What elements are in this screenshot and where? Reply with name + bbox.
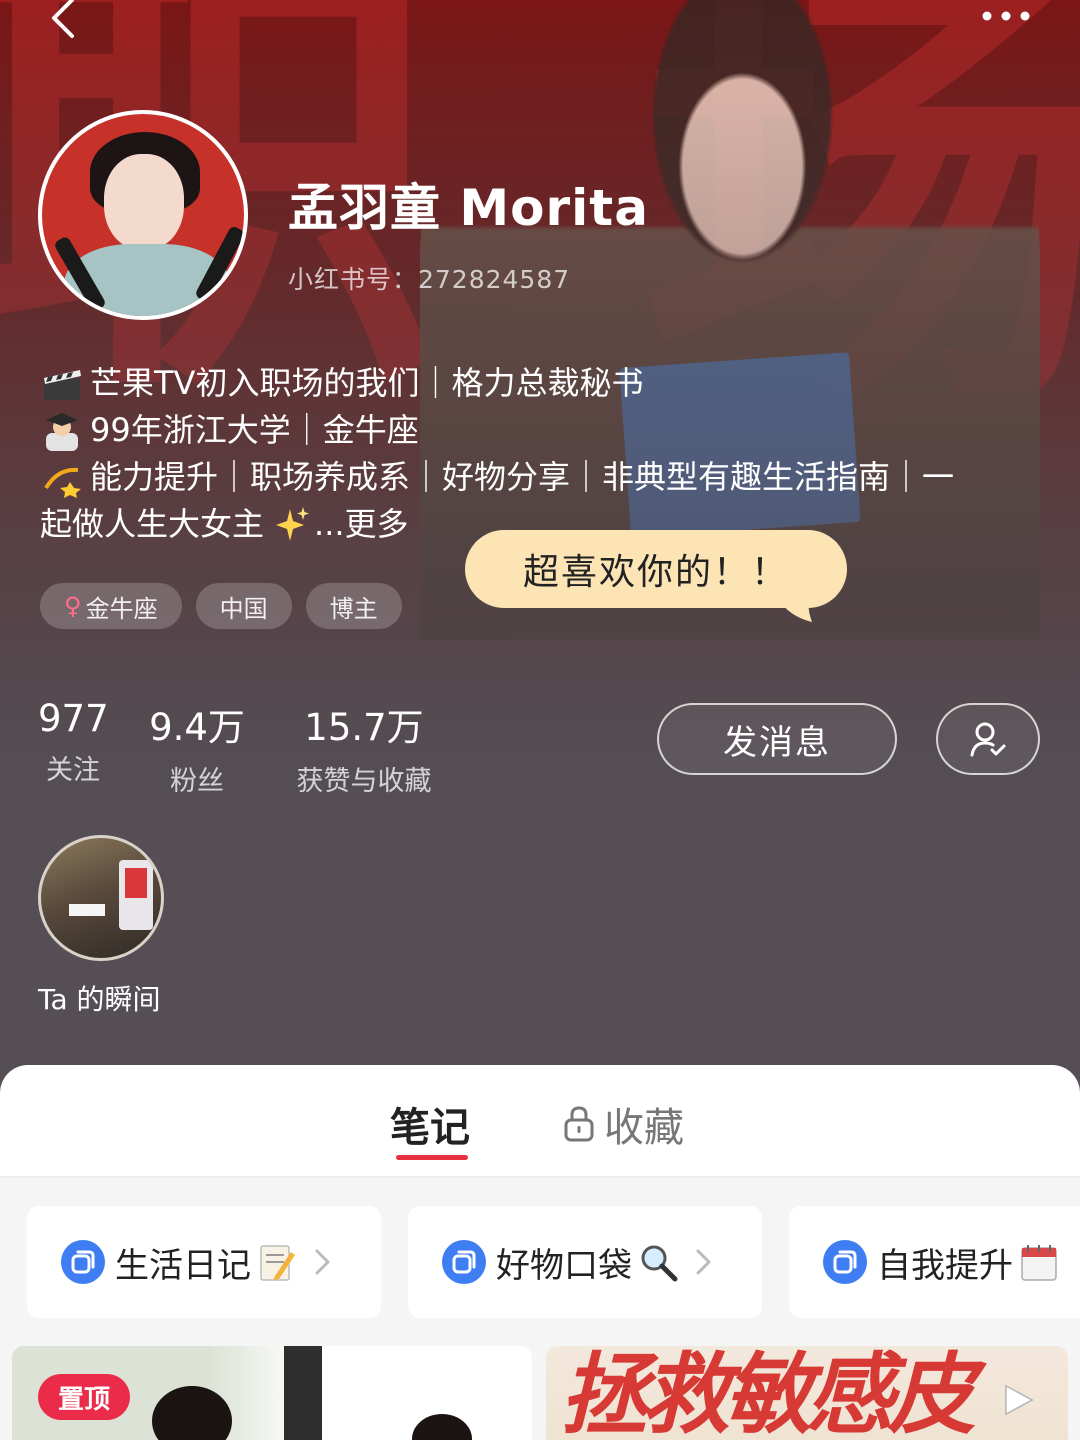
bio-line: 芒果TV初入职场的我们｜格力总裁秘书	[40, 360, 1040, 407]
bio-line: 能力提升｜职场养成系｜好物分享｜非典型有趣生活指南｜一	[40, 454, 1040, 501]
red-id[interactable]: 小红书号：272824587	[288, 260, 570, 296]
bio-more-link[interactable]: ...更多	[314, 501, 409, 548]
album-icon	[61, 1240, 105, 1284]
play-icon	[1005, 1384, 1034, 1416]
bio-line: 99年浙江大学｜金牛座	[40, 407, 1040, 454]
tab-collections[interactable]: 收藏	[562, 1095, 684, 1153]
follow-button[interactable]	[936, 703, 1040, 775]
send-message-button[interactable]: 发消息	[657, 703, 897, 775]
tag-label: 金牛座	[85, 594, 158, 623]
stat-followers[interactable]: 9.4万 粉丝	[146, 697, 248, 798]
calendar-icon	[1021, 1245, 1057, 1281]
tag-role: 博主	[305, 583, 402, 629]
more-options-button[interactable]	[976, 4, 1036, 28]
magnifier-icon	[641, 1245, 678, 1282]
album-title: 自我提升	[877, 1245, 1013, 1286]
sparkles-icon	[276, 506, 310, 541]
user-add-icon	[970, 722, 1006, 757]
album-card[interactable]: 好物口袋	[408, 1206, 762, 1318]
bio-text: 芒果TV初入职场的我们｜格力总裁秘书	[90, 364, 644, 402]
bio-text: 起做人生大女主	[40, 505, 265, 543]
tag-label: 中国	[219, 594, 268, 623]
stat-likes[interactable]: 15.7万 获赞与收藏	[288, 697, 440, 798]
moments-label[interactable]: Ta 的瞬间	[38, 978, 161, 1018]
album-title: 生活日记	[115, 1245, 251, 1286]
bio-text: 99年浙江大学｜金牛座	[90, 411, 419, 449]
moment-thumbnail[interactable]	[38, 835, 164, 961]
profile-name: 孟羽童 Morita	[288, 179, 649, 237]
note-cover-text: 拯救敏感皮	[560, 1346, 976, 1440]
album-title: 好物口袋	[496, 1245, 632, 1286]
chevron-left-icon	[52, 0, 74, 38]
stat-following-label: 关注	[46, 755, 100, 786]
clapper-board-icon	[44, 369, 81, 400]
pinned-badge: 置顶	[38, 1374, 130, 1420]
lock-icon	[564, 1106, 594, 1142]
student-icon	[46, 412, 78, 451]
bio-text: 能力提升｜职场养成系｜好物分享｜非典型有趣生活指南｜一	[90, 458, 955, 496]
stat-likes-label: 获赞与收藏	[296, 766, 432, 797]
stat-following[interactable]: 977 关注	[38, 697, 109, 787]
female-icon: ♀	[64, 592, 82, 620]
profile-tags: ♀ 金牛座 中国 博主	[40, 583, 402, 629]
album-icon	[442, 1240, 486, 1284]
stat-followers-label: 粉丝	[170, 766, 224, 797]
tag-zodiac: ♀ 金牛座	[40, 583, 182, 629]
stat-following-value: 977	[38, 697, 109, 740]
speech-bubble[interactable]: 超喜欢你的！！	[465, 530, 847, 608]
chevron-right-icon	[315, 1249, 330, 1275]
stat-likes-value: 15.7万	[304, 706, 424, 749]
tab-notes[interactable]: 笔记	[390, 1095, 470, 1153]
album-card[interactable]: 生活日记	[27, 1206, 381, 1318]
profile-avatar[interactable]	[38, 110, 248, 320]
album-icon	[823, 1240, 867, 1284]
dizzy-icon	[44, 467, 81, 498]
chevron-right-icon	[696, 1249, 711, 1275]
more-dots-icon	[982, 11, 1030, 21]
tag-region: 中国	[195, 583, 292, 629]
album-card[interactable]: 自我提升	[789, 1206, 1080, 1318]
memo-icon	[260, 1245, 295, 1281]
profile-bio[interactable]: 芒果TV初入职场的我们｜格力总裁秘书 99年浙江大学｜金牛座 能力提升｜职场养成…	[40, 360, 1040, 548]
note-card[interactable]: 拯救敏感皮	[546, 1346, 1068, 1440]
active-tab-indicator	[396, 1155, 468, 1160]
back-button[interactable]	[40, 0, 90, 46]
stat-followers-value: 9.4万	[149, 706, 245, 749]
tab-collections-label: 收藏	[604, 1105, 684, 1151]
tag-label: 博主	[329, 594, 378, 623]
